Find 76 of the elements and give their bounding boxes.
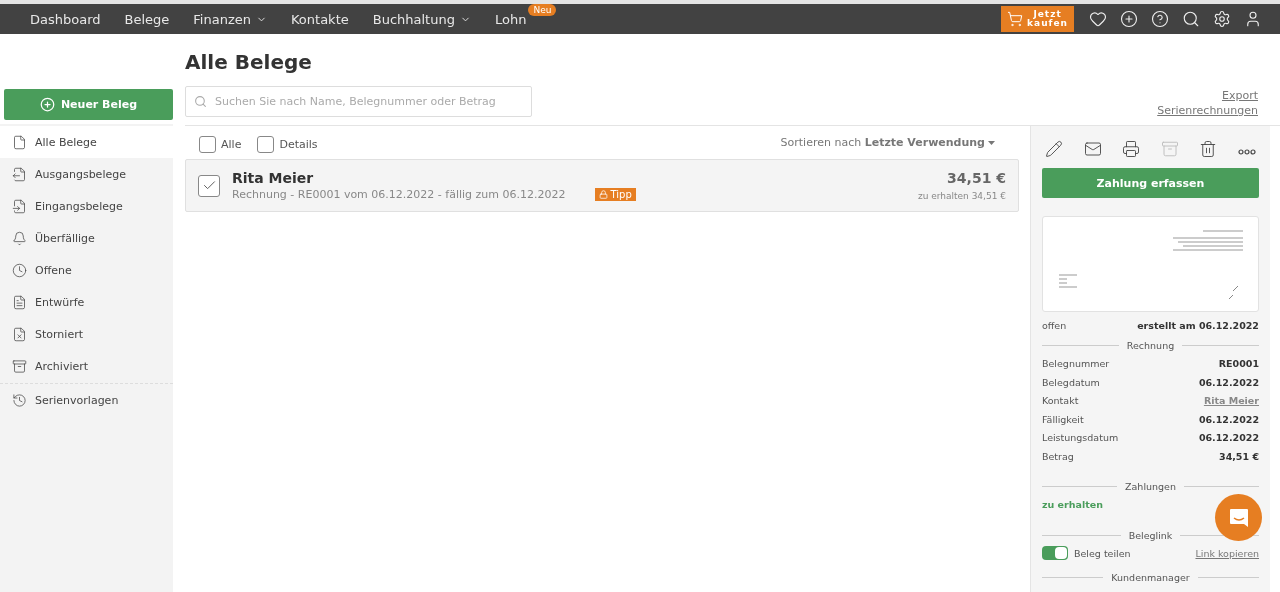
section-title: Rechnung <box>1126 340 1175 351</box>
contact-name: Rita Meier <box>232 170 315 186</box>
payment-status: zu erhalten <box>1042 499 1103 511</box>
field-value: 06.12.2022 <box>1198 413 1259 425</box>
document-row[interactable]: Rita Meier Rechnung - RE0001 vom 06.12.2022 - fällig zum 06.12.2022 Tipp 34,51 € zu erhalten 34,51 € <box>185 159 1019 212</box>
checkbox[interactable] <box>199 136 216 153</box>
nav-link[interactable]: Kontakte <box>290 11 349 27</box>
sidebar-item[interactable]: Offene <box>0 254 173 286</box>
status: offen <box>1042 319 1067 331</box>
field-value: 34,51 € <box>1219 450 1259 462</box>
checkbox-label[interactable]: Details <box>257 136 318 153</box>
document-out-icon <box>12 166 27 182</box>
link[interactable]: Export <box>1222 89 1258 102</box>
heart-icon <box>1088 10 1107 28</box>
field-label: Belegnummer <box>1042 358 1110 370</box>
checkbox[interactable] <box>257 136 275 153</box>
amount: 34,51 € <box>947 170 1006 186</box>
document-x-icon <box>12 326 27 342</box>
field-label: Leistungsdatum <box>1042 432 1119 444</box>
nav-link[interactable]: Belege <box>124 11 170 27</box>
page-title: Alle Belege <box>185 50 313 74</box>
clock-icon <box>12 262 27 278</box>
bell-icon <box>12 230 27 246</box>
sidebar-item[interactable]: Serienvorlagen <box>0 384 173 416</box>
checkbox[interactable] <box>198 174 220 197</box>
more-icon <box>1237 148 1256 155</box>
field-label: Kontakt <box>1042 395 1079 407</box>
printer-icon <box>1122 139 1141 158</box>
section-title: Beleglink <box>1128 529 1173 541</box>
trash-icon <box>1199 139 1218 158</box>
document-text-icon <box>12 294 27 310</box>
sidebar-item[interactable]: Archiviert <box>0 350 173 382</box>
nav-link[interactable]: Dashboard <box>30 11 101 27</box>
share-toggle[interactable] <box>1042 546 1068 561</box>
field-label: Belegdatum <box>1042 376 1100 388</box>
created-date: erstellt am 06.12.2022 <box>1137 319 1259 331</box>
settings-icon <box>1212 10 1231 28</box>
search-icon <box>1181 10 1200 28</box>
checkbox-label[interactable]: Alle <box>199 136 242 153</box>
plus-circle-icon <box>1119 10 1138 28</box>
sidebar-item[interactable]: Überfällige <box>0 222 173 254</box>
nav-link[interactable]: Finanzen <box>193 11 267 27</box>
copy-link[interactable]: Link kopieren <box>1195 547 1259 559</box>
search-field[interactable]: Suchen Sie nach Name, Belegnummer oder Betrag <box>185 86 532 117</box>
document-in-icon <box>12 198 27 214</box>
toggle-label: Beleg teilen <box>1074 547 1131 559</box>
section-title: Kundenmanager <box>1111 572 1190 583</box>
sidebar-item[interactable]: Storniert <box>0 318 173 350</box>
document-icon <box>12 134 27 150</box>
sidebar-item[interactable]: Alle Belege <box>0 126 173 158</box>
section-title: Zahlungen <box>1125 481 1176 492</box>
sidebar-item[interactable]: Ausgangsbelege <box>0 158 173 190</box>
caret-icon <box>988 140 995 145</box>
help-icon <box>1150 10 1169 28</box>
cart-icon <box>1007 11 1024 27</box>
pencil-icon <box>1045 139 1063 158</box>
field-value: RE0001 <box>1218 358 1259 370</box>
new-badge: Neu <box>528 3 557 16</box>
field-value: 06.12.2022 <box>1198 376 1259 388</box>
amount-due: zu erhalten 34,51 € <box>917 191 1006 201</box>
link[interactable]: Serienrechnungen <box>1157 104 1258 117</box>
clock-arrow-icon <box>12 392 27 408</box>
plus-circle-icon <box>39 97 55 112</box>
sidebar-item[interactable]: Entwürfe <box>0 286 173 318</box>
sidebar-item[interactable]: Eingangsbelege <box>0 190 173 222</box>
field-label: Betrag <box>1042 450 1074 462</box>
archive-icon <box>1160 139 1179 158</box>
field-value: 06.12.2022 <box>1198 432 1259 444</box>
field-label: Fälligkeit <box>1042 413 1084 425</box>
chat-icon <box>1227 506 1250 529</box>
document-details: Rechnung - RE0001 vom 06.12.2022 - fällig zum 06.12.2022 <box>232 188 566 201</box>
sort-dropdown[interactable]: Sortieren nach Letzte Verwendung <box>780 136 995 149</box>
archive-icon <box>12 358 27 374</box>
mail-icon <box>1083 139 1102 158</box>
search-icon <box>194 95 207 108</box>
nav-link[interactable]: Buchhaltung <box>372 11 471 27</box>
